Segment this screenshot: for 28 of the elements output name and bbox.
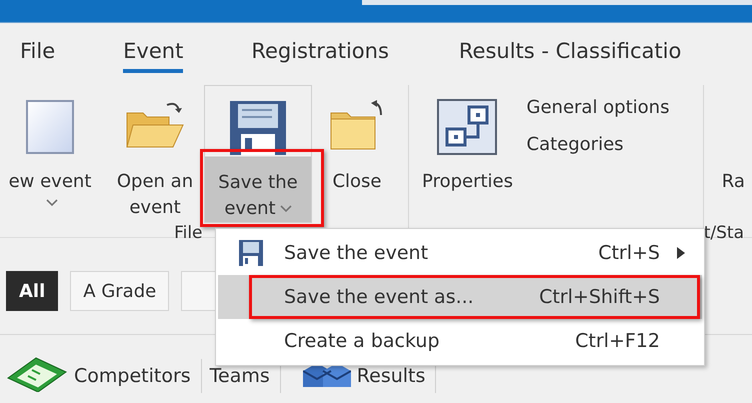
ribbon-button[interactable]: Close — [326, 85, 388, 223]
filter-chip[interactable]: All — [6, 271, 58, 311]
tab-label: Competitors — [74, 365, 191, 387]
group-label: t/Sta — [704, 223, 744, 243]
ribbon-tab[interactable]: File — [20, 33, 56, 73]
button-label: ew event — [8, 170, 92, 194]
document-tab[interactable]: Competitors — [0, 359, 202, 393]
ribbon-item[interactable]: General options — [526, 97, 670, 118]
button-label: Ra — [722, 170, 745, 194]
ribbon-tab[interactable]: Registrations — [251, 33, 389, 73]
tab-label: Teams — [210, 365, 270, 387]
tab-label: Results — [356, 365, 426, 387]
button-label: Properties — [422, 170, 513, 194]
filter-chip[interactable]: A Grade — [70, 271, 170, 311]
ribbon-button[interactable]: Ra — [704, 85, 745, 223]
ribbon-tab[interactable]: Event — [123, 33, 184, 73]
ribbon-tab[interactable]: Results - Classificatio — [458, 33, 682, 73]
menu-item[interactable]: Save the event Ctrl+S — [218, 231, 702, 275]
ribbon-button[interactable]: Properties — [408, 85, 527, 223]
ribbon-button[interactable]: Open an event — [106, 85, 204, 223]
ribbon-item[interactable]: Categories — [526, 134, 670, 155]
ribbon-button[interactable]: ew event — [0, 85, 106, 223]
ribbon-button[interactable]: Save the event — [204, 85, 312, 223]
group-label: File — [174, 223, 203, 243]
button-label: Open an event — [116, 170, 194, 220]
button-label: Close — [332, 170, 382, 194]
menu-item[interactable]: Save the event as... Ctrl+Shift+S — [218, 275, 702, 319]
button-label: Save the event — [218, 171, 298, 221]
